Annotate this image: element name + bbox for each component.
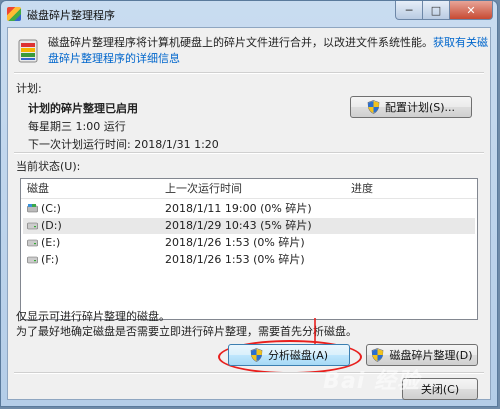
separator-middle	[14, 152, 484, 154]
disk-name: (F:)	[41, 253, 59, 266]
separator-top	[14, 72, 484, 74]
defrag-window: 磁盘碎片整理程序 ─ □ ✕ 磁盘碎片整理程序将计算机硬盘上的碎片文件进行合并，…	[0, 0, 498, 407]
minimize-button[interactable]: ─	[395, 1, 423, 20]
configure-schedule-button[interactable]: 配置计划(S)...	[350, 96, 472, 118]
system-drive-icon	[27, 204, 38, 213]
maximize-button[interactable]: □	[423, 1, 450, 20]
note-line-2: 为了最好地确定磁盘是否需要立即进行碎片整理，需要首先分析磁盘。	[16, 325, 357, 338]
defragment-disk-label: 磁盘碎片整理(D)	[389, 349, 473, 362]
disk-name: (E:)	[41, 236, 61, 249]
uac-shield-icon	[250, 348, 263, 362]
schedule-next-run: 下一次计划运行时间: 2018/1/31 1:20	[28, 138, 219, 151]
column-header-progress[interactable]: 进度	[351, 180, 373, 198]
uac-shield-icon	[372, 348, 384, 362]
disk-row-c[interactable]: (C:) 2018/1/11 19:00 (0% 碎片)	[23, 201, 475, 217]
description-text: 磁盘碎片整理程序将计算机硬盘上的碎片文件进行合并，以改进文件系统性能。	[48, 36, 433, 49]
hard-drive-icon	[27, 256, 38, 264]
schedule-frequency: 每星期三 1:00 运行	[28, 120, 126, 133]
disk-last-run: 2018/1/26 1:53 (0% 碎片)	[165, 236, 305, 249]
hard-drive-icon	[27, 222, 38, 230]
schedule-status: 计划的碎片整理已启用	[28, 102, 138, 115]
analyze-disk-label: 分析磁盘(A)	[267, 349, 329, 362]
current-status-label: 当前状态(U):	[16, 160, 81, 173]
defrag-tool-icon	[18, 39, 38, 63]
configure-schedule-label: 配置计划(S)...	[384, 101, 456, 114]
close-window-button[interactable]: ✕	[450, 1, 493, 20]
note-line-1: 仅显示可进行碎片整理的磁盘。	[16, 310, 170, 323]
column-header-disk[interactable]: 磁盘	[27, 180, 49, 198]
disk-last-run: 2018/1/11 19:00 (0% 碎片)	[165, 202, 312, 215]
header-description: 磁盘碎片整理程序将计算机硬盘上的碎片文件进行合并，以改进文件系统性能。获取有关磁…	[48, 35, 488, 67]
column-header-last-run[interactable]: 上一次运行时间	[165, 180, 242, 198]
dialog-content: 磁盘碎片整理程序将计算机硬盘上的碎片文件进行合并，以改进文件系统性能。获取有关磁…	[7, 27, 491, 400]
disk-row-d[interactable]: (D:) 2018/1/29 10:43 (5% 碎片)	[23, 218, 475, 234]
baidu-watermark: Bai 经验	[323, 369, 420, 394]
schedule-section-label: 计划:	[16, 82, 42, 95]
disk-last-run: 2018/1/26 1:53 (0% 碎片)	[165, 253, 305, 266]
disk-row-f[interactable]: (F:) 2018/1/26 1:53 (0% 碎片)	[23, 252, 475, 268]
disk-list[interactable]: 磁盘 上一次运行时间 进度 (C:) 2018/1/11 19:00 (0% 碎…	[20, 178, 478, 320]
disk-last-run: 2018/1/29 10:43 (5% 碎片)	[165, 219, 312, 232]
disk-name: (D:)	[41, 219, 62, 232]
defrag-app-icon	[7, 7, 21, 21]
header-divider	[21, 198, 477, 199]
disk-row-e[interactable]: (E:) 2018/1/26 1:53 (0% 碎片)	[23, 235, 475, 251]
window-controls: ─ □ ✕	[395, 1, 493, 20]
disk-name: (C:)	[41, 202, 61, 215]
uac-shield-icon	[367, 100, 380, 114]
window-title: 磁盘碎片整理程序	[27, 9, 115, 22]
title-bar: 磁盘碎片整理程序 ─ □ ✕	[1, 1, 497, 27]
hard-drive-icon	[27, 239, 38, 247]
